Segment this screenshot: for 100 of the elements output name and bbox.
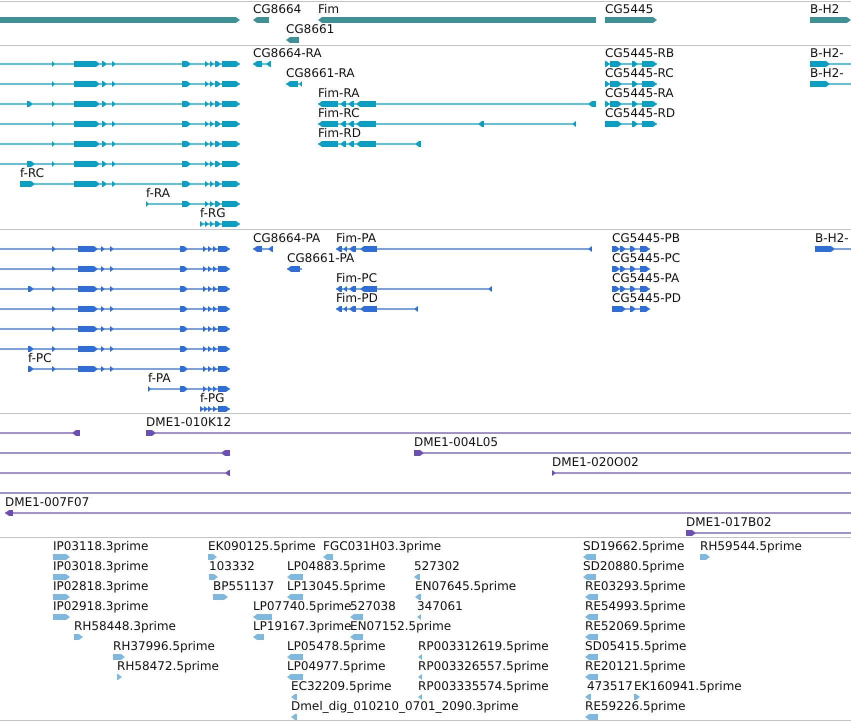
transcript-glyph[interactable] <box>200 405 230 413</box>
est-glyph[interactable] <box>585 653 598 661</box>
transcript-glyph[interactable] <box>0 80 240 88</box>
transcript-glyph[interactable] <box>605 60 657 68</box>
est-glyph[interactable] <box>418 693 422 701</box>
transcript-glyph[interactable] <box>0 245 230 253</box>
transcript-glyph[interactable] <box>0 140 240 148</box>
transcript-glyph[interactable] <box>0 325 230 333</box>
transcript-glyph[interactable] <box>605 120 657 128</box>
transcript-glyph[interactable] <box>605 100 657 108</box>
clone-glyph[interactable] <box>552 469 851 477</box>
est-glyph[interactable] <box>291 713 297 721</box>
est-glyph[interactable] <box>415 593 421 601</box>
est-glyph[interactable] <box>585 713 598 721</box>
est-glyph[interactable] <box>583 553 596 561</box>
est-glyph[interactable] <box>113 653 125 661</box>
feature-label: 103332 <box>209 560 255 573</box>
clone-glyph[interactable] <box>686 529 851 537</box>
est-glyph[interactable] <box>414 573 420 581</box>
transcript-glyph[interactable] <box>0 120 240 128</box>
feature-label: DME1-017B02 <box>686 516 772 529</box>
transcript-glyph[interactable] <box>815 245 851 253</box>
clone-glyph[interactable] <box>0 429 80 437</box>
est-glyph[interactable] <box>74 633 83 641</box>
transcript-glyph[interactable] <box>0 100 240 108</box>
feature-label: RP003326557.5prime <box>418 660 549 673</box>
transcript-glyph[interactable] <box>0 60 240 68</box>
transcript-glyph[interactable] <box>0 345 230 353</box>
clone-glyph[interactable] <box>0 449 230 457</box>
transcript-glyph[interactable] <box>605 80 657 88</box>
feature-label: CG8664-PA <box>253 232 320 245</box>
est-glyph[interactable] <box>585 693 591 701</box>
transcript-glyph[interactable] <box>318 100 596 108</box>
transcript-glyph[interactable] <box>612 265 650 273</box>
transcript-glyph[interactable] <box>612 245 650 253</box>
clone-glyph[interactable] <box>0 469 230 477</box>
transcript-glyph[interactable] <box>0 305 230 313</box>
transcript-glyph[interactable] <box>287 265 302 273</box>
feature-label: f-PC <box>28 352 52 365</box>
transcript-glyph[interactable] <box>318 140 421 148</box>
est-glyph[interactable] <box>53 593 70 601</box>
est-glyph[interactable] <box>585 613 598 621</box>
est-glyph[interactable] <box>287 573 303 581</box>
est-glyph[interactable] <box>287 673 303 681</box>
transcript-glyph[interactable] <box>810 60 851 68</box>
gene-bar[interactable] <box>318 16 596 24</box>
feature-label: 473517 <box>587 680 633 693</box>
est-glyph[interactable] <box>583 573 596 581</box>
transcript-glyph[interactable] <box>146 200 240 208</box>
est-glyph[interactable] <box>291 693 297 701</box>
transcript-glyph[interactable] <box>20 180 240 188</box>
transcript-glyph[interactable] <box>0 160 240 168</box>
est-glyph[interactable] <box>418 673 422 681</box>
clone-glyph[interactable] <box>146 429 851 437</box>
est-glyph[interactable] <box>53 573 70 581</box>
transcript-glyph[interactable] <box>200 220 240 228</box>
est-glyph[interactable] <box>213 593 228 601</box>
transcript-glyph[interactable] <box>0 285 230 293</box>
feature-label: IP03018.3prime <box>53 560 148 573</box>
transcript-glyph[interactable] <box>318 120 576 128</box>
gene-bar[interactable] <box>810 16 851 24</box>
est-glyph[interactable] <box>700 553 710 561</box>
transcript-glyph[interactable] <box>253 245 273 253</box>
transcript-glyph[interactable] <box>612 285 650 293</box>
est-glyph[interactable] <box>253 633 264 641</box>
est-glyph[interactable] <box>418 653 422 661</box>
transcript-glyph[interactable] <box>286 80 302 88</box>
clone-glyph[interactable] <box>414 449 851 457</box>
est-glyph[interactable] <box>287 593 303 601</box>
transcript-glyph[interactable] <box>148 385 230 393</box>
clone-glyph[interactable] <box>5 509 851 517</box>
est-glyph[interactable] <box>287 653 303 661</box>
transcript-glyph[interactable] <box>336 245 592 253</box>
transcript-glyph[interactable] <box>253 60 271 68</box>
est-glyph[interactable] <box>208 553 217 561</box>
est-glyph[interactable] <box>53 613 70 621</box>
est-glyph[interactable] <box>417 613 421 621</box>
transcript-glyph[interactable] <box>336 305 418 313</box>
est-glyph[interactable] <box>209 573 218 581</box>
transcript-glyph[interactable] <box>0 265 230 273</box>
est-glyph[interactable] <box>350 613 363 621</box>
gene-bar[interactable] <box>253 16 269 24</box>
gene-bar[interactable] <box>286 36 299 44</box>
est-glyph[interactable] <box>53 553 70 561</box>
transcript-glyph[interactable] <box>612 305 650 313</box>
est-glyph[interactable] <box>323 553 333 561</box>
est-glyph[interactable] <box>253 613 272 621</box>
gene-bar[interactable] <box>605 16 657 24</box>
transcript-glyph[interactable] <box>810 80 851 88</box>
est-glyph[interactable] <box>585 633 598 641</box>
est-glyph[interactable] <box>350 633 363 641</box>
feature-label: LP05478.5prime <box>287 640 386 653</box>
est-glyph[interactable] <box>634 693 640 701</box>
est-glyph[interactable] <box>585 593 598 601</box>
transcript-glyph[interactable] <box>336 285 492 293</box>
feature-label: Dmel_dig_010210_0701_2090.3prime <box>291 700 519 713</box>
est-glyph[interactable] <box>585 673 598 681</box>
gene-bar[interactable] <box>0 16 240 24</box>
transcript-glyph[interactable] <box>28 365 230 373</box>
est-glyph[interactable] <box>117 673 122 681</box>
